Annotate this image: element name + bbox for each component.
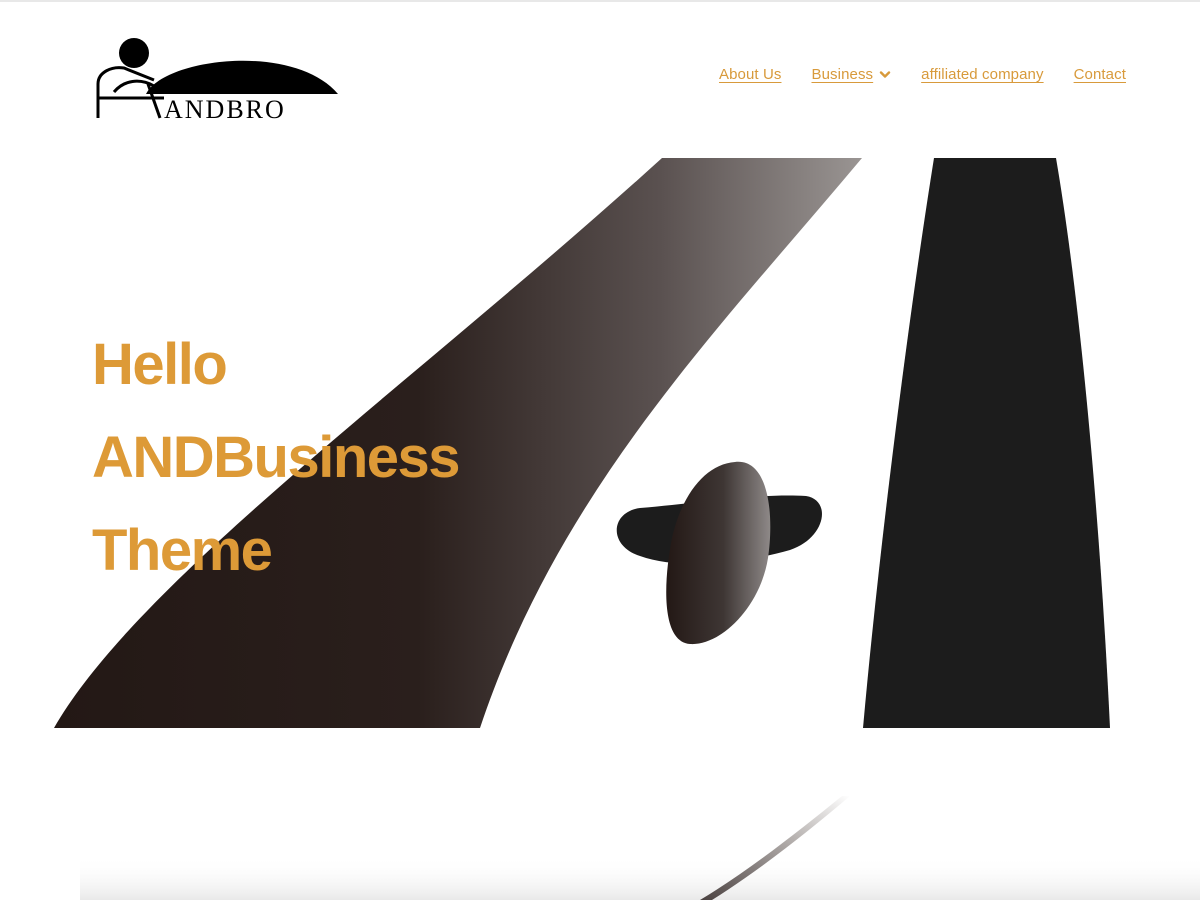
nav-item-about-us[interactable]: About Us [719, 66, 782, 83]
next-section-preview [0, 760, 1200, 900]
nav-item-contact[interactable]: Contact [1074, 66, 1126, 83]
hero-section: Hello ANDBusiness Theme [0, 158, 1200, 730]
site-logo[interactable]: ANDBRO [94, 36, 340, 122]
hero-title-line: ANDBusiness [92, 425, 461, 490]
section-graphic [80, 796, 1200, 900]
nav-item-label: Contact [1073, 66, 1126, 83]
logo-wordmark: ANDBRO [164, 95, 286, 122]
vertical-pillar-shape [863, 158, 1110, 728]
nav-item-label: affiliated company [921, 66, 1044, 83]
andbro-logo-icon: ANDBRO [96, 38, 338, 122]
hero-title-line: Theme [92, 518, 273, 583]
hero-title-line: Hello [92, 332, 228, 397]
site-header: ANDBRO About Us Business affiliated comp… [0, 0, 1200, 150]
vertical-oval-shape [666, 461, 771, 645]
nav-item-affiliated-company[interactable]: affiliated company [921, 66, 1043, 83]
chevron-down-icon[interactable] [879, 69, 891, 81]
nav-item-business[interactable]: Business [811, 66, 891, 83]
main-nav: About Us Business affiliated company Con… [719, 66, 1126, 83]
nav-item-label: Business [811, 66, 874, 83]
nav-item-label: About Us [718, 66, 782, 83]
hero-title: Hello ANDBusiness Theme [92, 318, 512, 597]
